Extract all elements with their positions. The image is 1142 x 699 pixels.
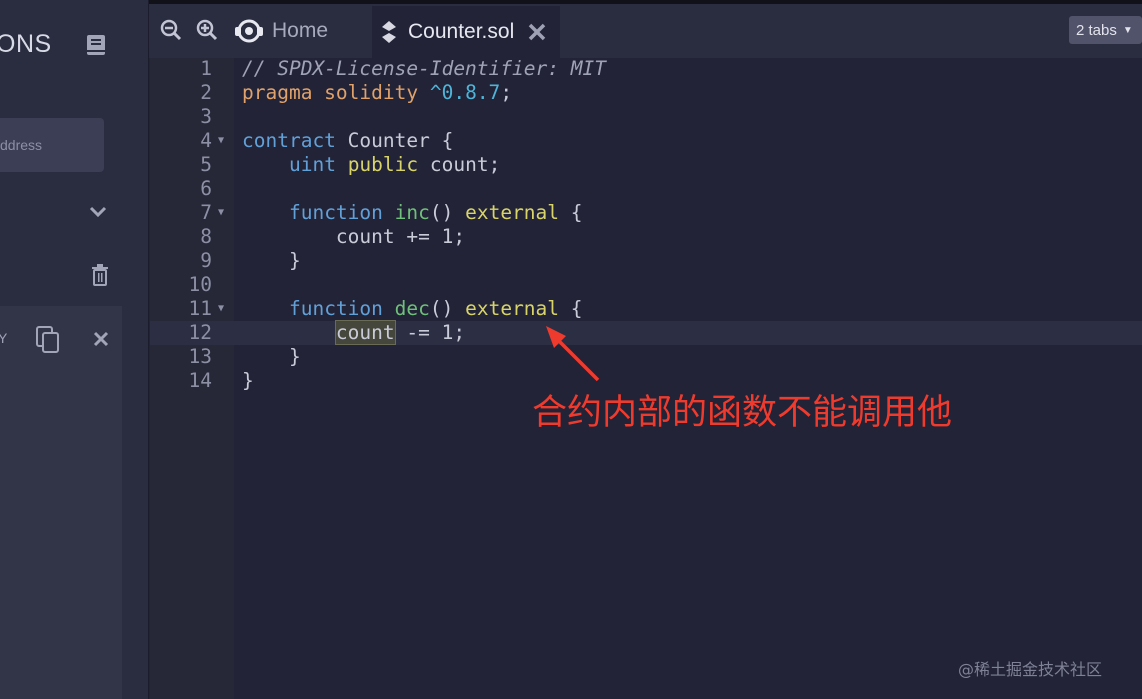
fold-toggle-icon[interactable]: ▼ xyxy=(218,297,224,321)
panel-title: ONS xyxy=(0,30,52,58)
tabs-dropdown-label: 2 tabs xyxy=(1076,21,1117,39)
copy-icon[interactable] xyxy=(36,326,60,354)
selected-word: count xyxy=(334,320,396,345)
code-line: 6 xyxy=(150,177,1142,201)
code-text: contract Counter { xyxy=(242,129,454,152)
line-number: 9 xyxy=(200,249,212,272)
solidity-icon xyxy=(382,21,396,43)
code-line: 5 uint public count; xyxy=(150,153,1142,177)
code-text: uint public count; xyxy=(288,153,501,176)
code-line: 1 // SPDX-License-Identifier: MIT xyxy=(150,57,1142,81)
zoom-out-icon[interactable] xyxy=(160,19,182,41)
home-icon xyxy=(235,19,263,43)
instance-label: Y xyxy=(0,330,8,346)
code-text: } xyxy=(288,249,301,272)
line-number: 4 xyxy=(200,129,212,152)
line-number: 8 xyxy=(200,225,212,248)
code-text: count -= 1; xyxy=(334,320,466,345)
line-number: 11 xyxy=(188,297,212,320)
code-line: 7 ▼ function inc() external { xyxy=(150,201,1142,225)
annotation-text: 合约内部的函数不能调用他 xyxy=(532,393,953,433)
fold-toggle-icon[interactable]: ▼ xyxy=(218,201,224,225)
code-text: } xyxy=(242,369,254,392)
caret-down-icon: ▼ xyxy=(1122,24,1133,36)
tab-home[interactable]: Home xyxy=(230,10,370,52)
close-icon[interactable] xyxy=(93,331,109,347)
line-number: 2 xyxy=(200,81,212,104)
code-line: 10 xyxy=(150,273,1142,297)
code-line: 3 xyxy=(150,105,1142,129)
trash-icon[interactable] xyxy=(91,264,109,286)
code-line-active: 12 count -= 1; xyxy=(150,320,1142,345)
code-line: 11 ▼ function dec() external { xyxy=(150,297,1142,321)
line-number: 12 xyxy=(188,321,212,344)
code-text: // SPDX-License-Identifier: MIT xyxy=(242,57,606,80)
tab-counter-label: Counter.sol xyxy=(408,20,515,43)
line-number: 3 xyxy=(200,105,212,128)
tabs-dropdown[interactable]: 2 tabs ▼ xyxy=(1069,16,1142,44)
instance-row xyxy=(0,306,122,699)
side-panel: ONS Y xyxy=(0,0,149,699)
fold-toggle-icon[interactable]: ▼ xyxy=(218,129,224,153)
top-border xyxy=(149,0,1142,4)
code-text: } xyxy=(288,345,301,368)
chevron-down-icon[interactable] xyxy=(88,204,108,220)
code-line: 13 } xyxy=(150,345,1142,369)
code-text: function inc() external { xyxy=(288,201,583,224)
close-icon[interactable] xyxy=(528,23,546,41)
line-number: 7 xyxy=(200,201,212,224)
code-text: count += 1; xyxy=(335,225,466,248)
line-number: 13 xyxy=(188,345,212,368)
address-input[interactable] xyxy=(0,118,104,172)
watermark: @稀土掘金技术社区 xyxy=(958,660,1103,679)
code-line: 2 pragma solidity ^0.8.7; xyxy=(150,81,1142,105)
line-number: 10 xyxy=(188,273,212,296)
code-line: 9 } xyxy=(150,249,1142,273)
annotation-arrow-icon xyxy=(546,326,600,382)
line-number: 5 xyxy=(200,153,212,176)
code-line: 8 count += 1; xyxy=(150,225,1142,249)
tab-home-label: Home xyxy=(272,19,329,42)
code-line: 4 ▼ contract Counter { xyxy=(150,129,1142,153)
zoom-in-icon[interactable] xyxy=(196,19,218,41)
line-number: 14 xyxy=(188,369,212,392)
line-number: 6 xyxy=(200,177,212,200)
book-icon[interactable] xyxy=(86,34,106,56)
line-number: 1 xyxy=(200,57,212,80)
tab-counter-sol[interactable]: Counter.sol xyxy=(372,6,560,58)
code-text: pragma solidity ^0.8.7; xyxy=(242,81,513,104)
